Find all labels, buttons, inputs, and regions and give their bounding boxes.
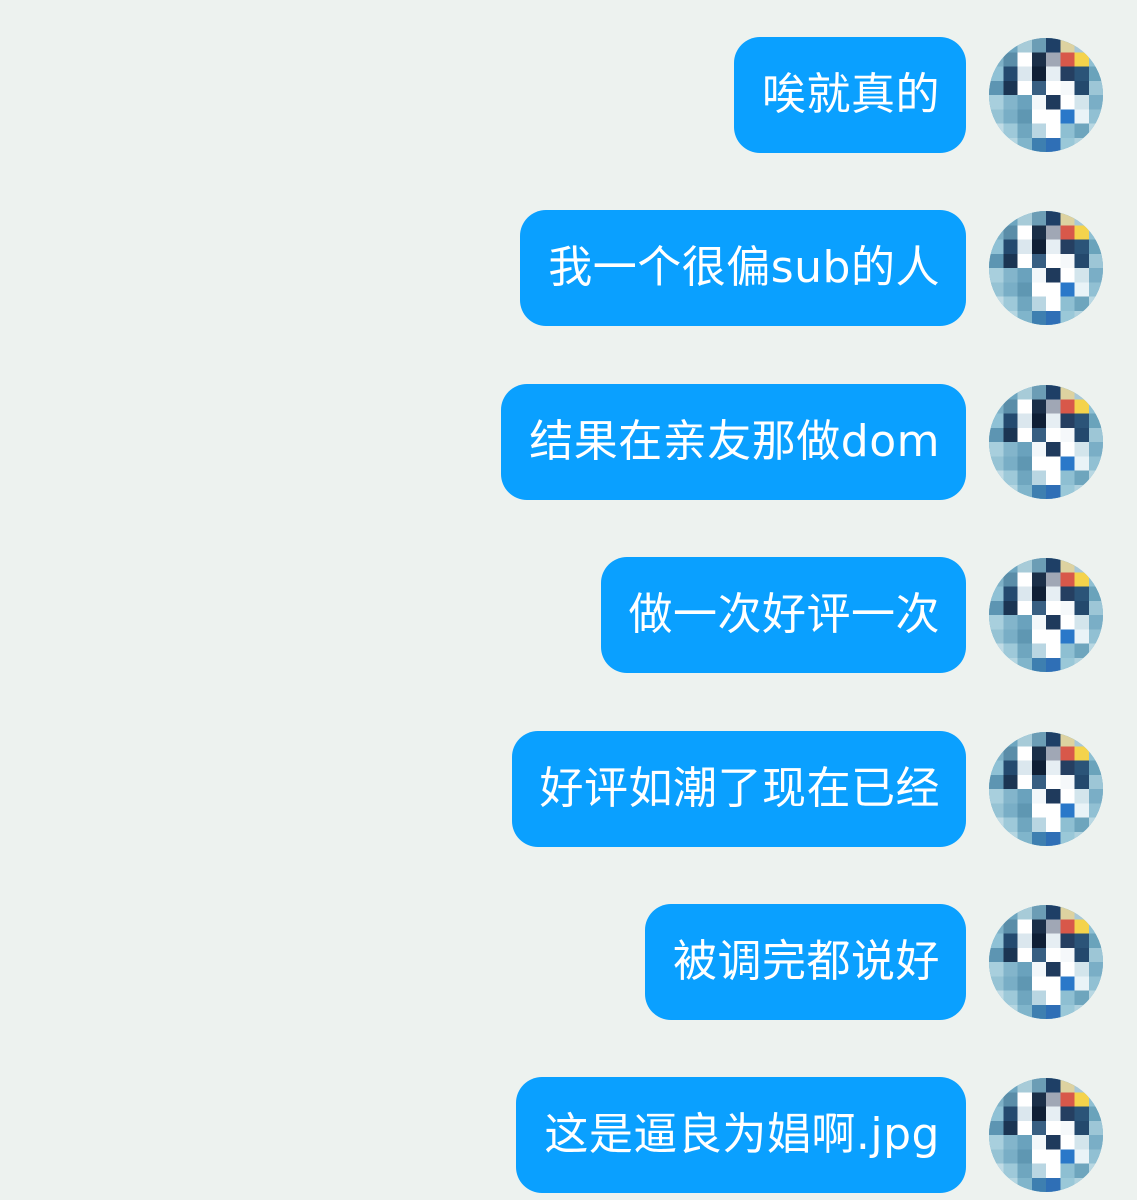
message-row: 结果在亲友那做dom <box>0 384 1137 502</box>
pixelated-avatar-icon[interactable] <box>989 1078 1103 1192</box>
message-bubble[interactable]: 这是逼良为娼啊.jpg <box>516 1077 966 1193</box>
pixelated-avatar-icon[interactable] <box>989 385 1103 499</box>
message-row: 唉就真的 <box>0 37 1137 155</box>
message-bubble[interactable]: 结果在亲友那做dom <box>501 384 966 500</box>
message-bubble[interactable]: 我一个很偏sub的人 <box>520 210 966 326</box>
pixelated-avatar-icon[interactable] <box>989 905 1103 1019</box>
message-bubble[interactable]: 好评如潮了现在已经 <box>511 731 966 847</box>
pixelated-avatar-icon[interactable] <box>989 558 1103 672</box>
message-row: 这是逼良为娼啊.jpg <box>0 1077 1137 1195</box>
pixelated-avatar-icon[interactable] <box>989 732 1103 846</box>
message-bubble[interactable]: 做一次好评一次 <box>600 557 966 673</box>
pixelated-avatar-icon[interactable] <box>989 211 1103 325</box>
message-row: 好评如潮了现在已经 <box>0 731 1137 849</box>
message-bubble[interactable]: 被调完都说好 <box>645 904 966 1020</box>
message-row: 我一个很偏sub的人 <box>0 210 1137 328</box>
message-row: 被调完都说好 <box>0 904 1137 1022</box>
message-bubble[interactable]: 唉就真的 <box>734 37 966 153</box>
chat-message-list: 唉就真的 我一个很偏sub的人 结果在亲友那做dom 做一次好评一次 好评如潮了… <box>0 0 1137 1200</box>
message-row: 做一次好评一次 <box>0 557 1137 675</box>
pixelated-avatar-icon[interactable] <box>989 38 1103 152</box>
